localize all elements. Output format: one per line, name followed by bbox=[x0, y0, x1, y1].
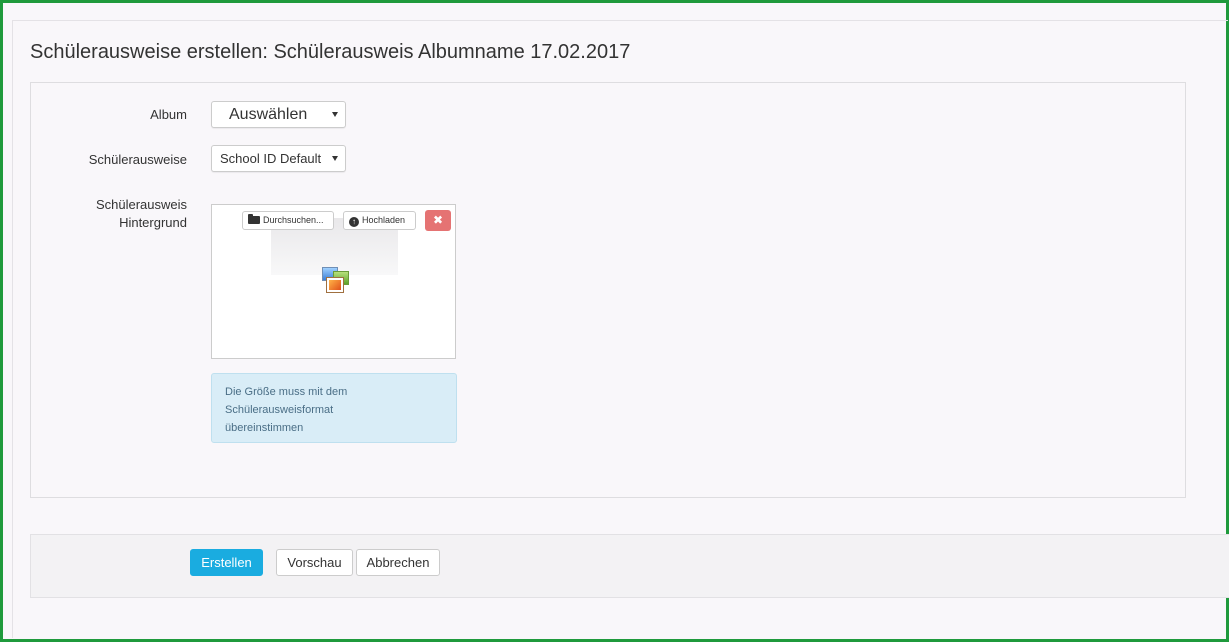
folder-open-icon bbox=[248, 214, 260, 224]
schuelerausweise-label: Schülerausweise bbox=[88, 152, 187, 167]
upload-circle-icon: ↑ bbox=[349, 217, 359, 227]
album-select-value: Auswählen bbox=[229, 106, 308, 123]
preview-button[interactable]: Vorschau bbox=[276, 549, 353, 576]
form-panel bbox=[30, 82, 1186, 498]
delete-button[interactable]: ✖ bbox=[425, 210, 451, 231]
info-line: Schülerausweisformat bbox=[225, 404, 334, 416]
size-info-alert: Die Größe muss mit dem Schülerausweisfor… bbox=[211, 373, 457, 443]
background-label-line2: Hintergrund bbox=[119, 215, 187, 230]
background-label: Schülerausweis Hintergrund bbox=[96, 196, 187, 232]
schuelerausweise-select[interactable]: School ID Default bbox=[211, 145, 346, 172]
background-upload-area[interactable]: Durchsuchen... ↑ Hochladen ✖ bbox=[211, 204, 456, 359]
window-frame: Schülerausweise erstellen: Schülerauswei… bbox=[0, 0, 1229, 642]
album-select[interactable]: Auswählen bbox=[211, 101, 346, 128]
cancel-button[interactable]: Abbrechen bbox=[356, 549, 440, 576]
info-line: übereinstimmen bbox=[225, 422, 304, 434]
upload-button-label: Hochladen bbox=[362, 215, 406, 225]
create-button[interactable]: Erstellen bbox=[190, 549, 263, 576]
browse-button[interactable]: Durchsuchen... bbox=[242, 211, 334, 230]
caret-down-icon bbox=[332, 112, 338, 117]
caret-down-icon bbox=[332, 156, 338, 161]
close-icon: ✖ bbox=[432, 213, 444, 227]
schuelerausweise-select-value: School ID Default bbox=[220, 151, 322, 166]
album-label: Album bbox=[150, 107, 187, 122]
image-placeholder-icon bbox=[322, 267, 350, 295]
info-line: Die Größe muss mit dem bbox=[225, 386, 348, 398]
divider bbox=[12, 20, 1228, 21]
background-label-line1: Schülerausweis bbox=[95, 197, 187, 212]
page-title: Schülerausweise erstellen: Schülerauswei… bbox=[30, 41, 631, 63]
divider bbox=[12, 20, 13, 638]
browse-button-label: Durchsuchen... bbox=[263, 215, 324, 225]
upload-button[interactable]: ↑ Hochladen bbox=[343, 211, 416, 230]
